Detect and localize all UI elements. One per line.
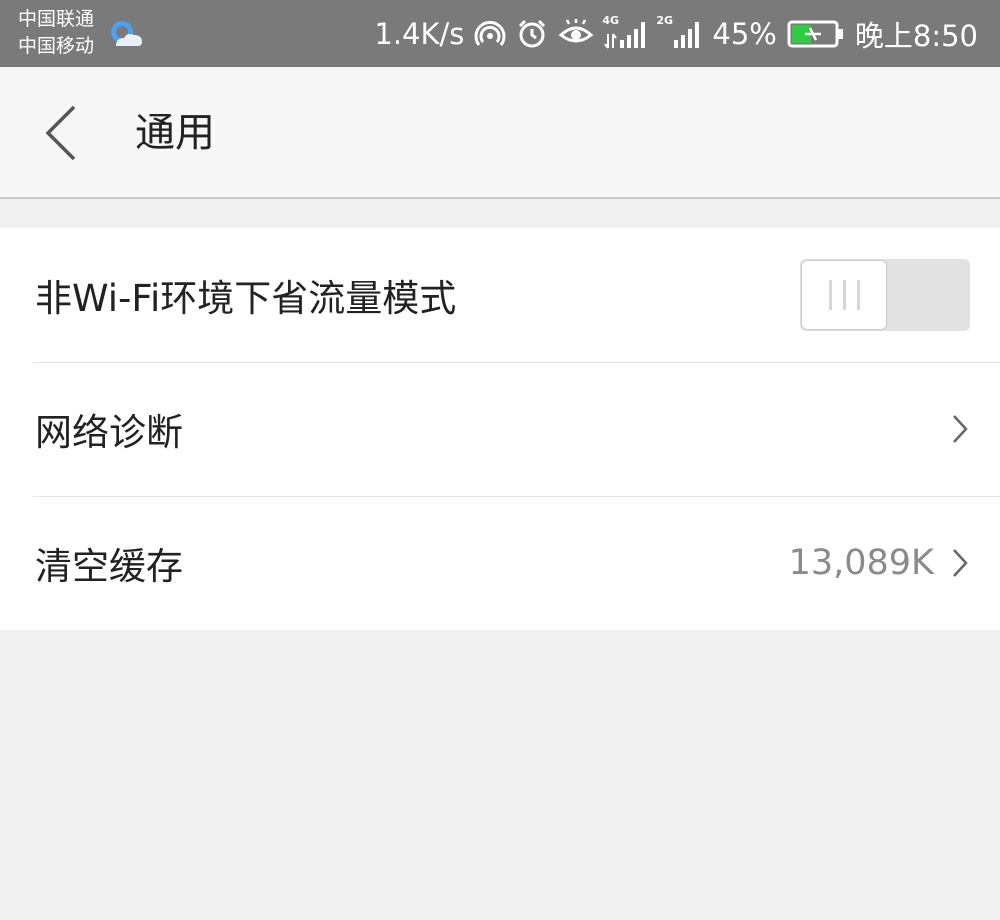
toggle-knob xyxy=(802,261,886,329)
network-diagnosis-row[interactable]: 网络诊断 xyxy=(0,362,1000,496)
chevron-right-icon xyxy=(953,549,968,577)
battery-charging-icon xyxy=(787,20,843,47)
grip-line xyxy=(842,280,846,310)
battery-percent: 45% xyxy=(712,16,777,51)
clear-cache-row[interactable]: 清空缓存 13,089K xyxy=(0,496,1000,630)
eye-care-icon xyxy=(559,18,594,42)
data-saver-toggle[interactable] xyxy=(800,259,970,331)
grip-line xyxy=(828,280,832,310)
grip-line xyxy=(856,280,860,310)
status-bar: 中国联通 中国移动 1.4K/s 4G 2G 45% 晚上8:50 xyxy=(0,0,1000,67)
network-speed: 1.4K/s xyxy=(374,16,465,51)
clock: 晚上8:50 xyxy=(854,18,978,53)
net-type-1: 4G xyxy=(602,13,620,27)
signal-4g-icon: 4G xyxy=(602,14,648,50)
settings-list: 非Wi-Fi环境下省流量模式 网络诊断 清空缓存 13,089K xyxy=(0,228,1000,630)
status-indicators: 1.4K/s 4G 2G 45% 晚上8:50 xyxy=(374,0,978,67)
back-button[interactable] xyxy=(30,97,90,169)
chevron-right-icon xyxy=(953,415,968,443)
hotspot-icon xyxy=(474,20,506,46)
carrier-names: 中国联通 中国移动 xyxy=(18,6,94,60)
data-saver-row: 非Wi-Fi环境下省流量模式 xyxy=(0,228,1000,362)
page-title: 通用 xyxy=(135,110,215,156)
title-bar: 通用 xyxy=(0,67,1000,199)
cache-size-value: 13,089K xyxy=(788,543,934,583)
net-type-2: 2G xyxy=(656,13,674,27)
weather-icon xyxy=(111,21,142,46)
clear-cache-label: 清空缓存 xyxy=(35,545,183,588)
signal-2g-icon: 2G xyxy=(656,14,702,50)
network-diagnosis-label: 网络诊断 xyxy=(35,411,183,454)
chevron-left-icon xyxy=(45,105,76,161)
alarm-icon xyxy=(519,19,546,47)
data-saver-label: 非Wi-Fi环境下省流量模式 xyxy=(35,277,457,320)
carrier-2: 中国移动 xyxy=(18,35,95,57)
carrier-1: 中国联通 xyxy=(18,8,95,30)
